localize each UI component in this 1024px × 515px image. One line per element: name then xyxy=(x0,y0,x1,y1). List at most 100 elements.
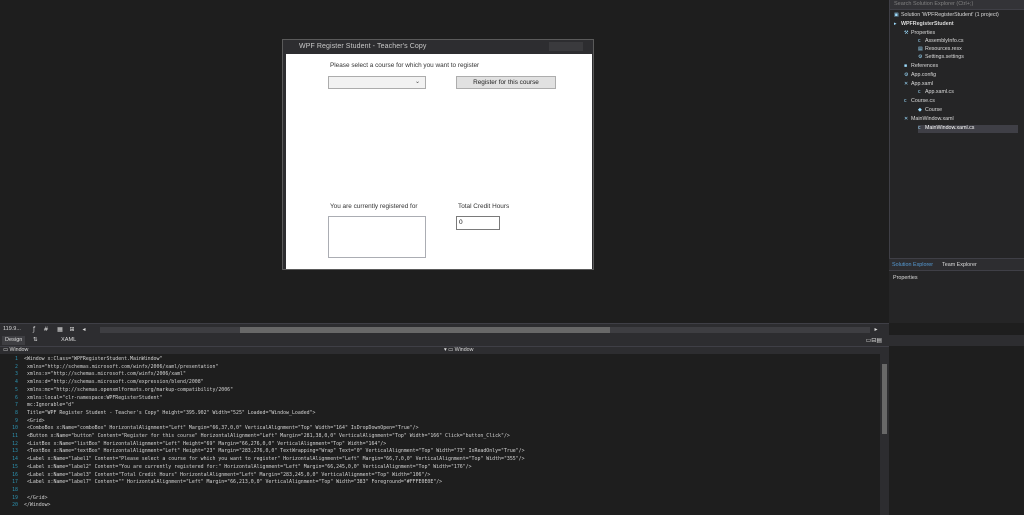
csharp-file-icon: c xyxy=(904,98,907,104)
tab-xaml[interactable]: XAML xyxy=(58,336,79,345)
config-icon: ⚙ xyxy=(904,72,909,78)
wpf-window-preview[interactable]: WPF Register Student - Teacher's Copy Pl… xyxy=(282,39,594,270)
code-line[interactable]: 12 <ListBox x:Name="listBox" HorizontalA… xyxy=(0,441,870,449)
tab-design[interactable]: Design xyxy=(2,336,26,345)
tree-item-mainwindow-xaml-cs[interactable]: c MainWindow.xaml.cs xyxy=(918,125,1018,133)
code-text: </Window> xyxy=(24,502,51,509)
scrollbar-thumb[interactable] xyxy=(240,327,610,333)
tree-item-properties[interactable]: ⚒ Properties xyxy=(904,30,935,38)
resources-icon: ▤ xyxy=(918,46,923,52)
tree-item-app-xaml[interactable]: ✕ App.xaml xyxy=(904,81,933,89)
code-line[interactable]: 6 xmlns:local="clr-namespace:WPFRegister… xyxy=(0,395,870,403)
code-line[interactable]: 16 <Label x:Name="label3" Content="Total… xyxy=(0,472,870,480)
code-line[interactable]: 7 mc:Ignorable="d" xyxy=(0,402,870,410)
tree-item-solution[interactable]: ▣ Solution 'WPFRegisterStudent' (1 projec… xyxy=(894,12,999,20)
tab-solution-explorer[interactable]: Solution Explorer xyxy=(892,262,933,268)
code-text: Title="WPF Register Student - Teacher's … xyxy=(24,409,316,416)
code-line[interactable]: 9 <Grid> xyxy=(0,418,870,426)
tab-team-explorer[interactable]: Team Explorer xyxy=(942,262,977,268)
code-line[interactable]: 2 xmlns="http://schemas.microsoft.com/wi… xyxy=(0,364,870,372)
csharp-file-icon: c xyxy=(918,38,921,44)
solution-explorer-panel: Search Solution Explorer (Ctrl+;) ▣ Solut… xyxy=(889,0,1024,258)
swap-panes-icon[interactable]: ⇅ xyxy=(30,336,41,345)
tree-item-assemblyinfo[interactable]: c AssemblyInfo.cs xyxy=(918,38,964,46)
code-line[interactable]: 17 <Label x:Name="label7" Content="" Hor… xyxy=(0,479,870,487)
code-line[interactable]: 20 </Window> xyxy=(0,502,870,510)
grid-icon[interactable]: # xyxy=(42,326,50,334)
scroll-left-icon[interactable]: ◂ xyxy=(80,326,88,334)
zoom-level[interactable]: 119.9... xyxy=(3,326,21,332)
xaml-file-icon: ✕ xyxy=(904,81,909,87)
line-number: 17 xyxy=(12,479,18,486)
snap-grid-icon[interactable]: ▦ xyxy=(56,326,64,334)
line-number: 19 xyxy=(12,494,18,501)
register-course-button[interactable]: Register for this course xyxy=(456,76,556,89)
line-number: 16 xyxy=(12,471,18,478)
split-view-icons[interactable]: ▭⊟▤ xyxy=(866,337,882,344)
code-line[interactable]: 3 xmlns:x="http://schemas.microsoft.com/… xyxy=(0,371,870,379)
code-text: xmlns:d="http://schemas.microsoft.com/ex… xyxy=(24,379,204,386)
design-xaml-tab-bar: Design ⇅ XAML ▭⊟▤ xyxy=(0,335,1024,346)
code-line[interactable]: 11 <Button x:Name="button" Content="Regi… xyxy=(0,433,870,441)
tree-item-project[interactable]: ▸ WPFRegisterStudent xyxy=(894,21,954,29)
tree-item-mainwindow-xaml[interactable]: ✕ MainWindow.xaml xyxy=(904,116,954,124)
credit-hours-textbox[interactable]: 0 xyxy=(456,216,500,230)
solution-explorer-tabs: Solution Explorer Team Explorer xyxy=(889,258,1024,270)
wpf-window-title: WPF Register Student - Teacher's Copy xyxy=(299,43,427,50)
properties-title: Properties xyxy=(893,275,918,281)
code-line[interactable]: 14 <Label x:Name="label1" Content="Pleas… xyxy=(0,456,870,464)
line-number: 1 xyxy=(15,356,18,362)
horizontal-scrollbar[interactable] xyxy=(100,327,870,333)
course-prompt-label: Please select a course for which you wan… xyxy=(330,62,480,69)
course-combobox[interactable]: ⌄ xyxy=(328,76,426,89)
line-number: 9 xyxy=(15,417,18,424)
tree-item-resources[interactable]: ▤ Resources.resx xyxy=(918,46,962,54)
tree-item-app-config[interactable]: ⚙ App.config xyxy=(904,72,936,80)
tree-item-course-cs[interactable]: c Course.cs xyxy=(904,98,935,106)
code-line[interactable]: 10 <ComboBox x:Name="comboBox" Horizonta… xyxy=(0,425,870,433)
line-number: 8 xyxy=(15,409,18,416)
code-text: xmlns:mc="http://schemas.openxmlformats.… xyxy=(24,386,234,393)
code-line[interactable]: 18 xyxy=(0,487,870,495)
window-caption-buttons xyxy=(549,42,583,51)
solution-explorer-search[interactable]: Search Solution Explorer (Ctrl+;) xyxy=(890,0,1024,10)
code-text: <ComboBox x:Name="comboBox" HorizontalAl… xyxy=(24,425,419,432)
line-number: 18 xyxy=(12,486,18,493)
breadcrumb-left[interactable]: ▭ Window xyxy=(3,347,28,353)
code-text: <Label x:Name="label7" Content="" Horizo… xyxy=(24,479,443,486)
tree-item-course-class[interactable]: ◆ Course xyxy=(918,107,942,115)
formula-icon[interactable]: ƒ xyxy=(30,326,38,334)
code-line[interactable]: 5 xmlns:mc="http://schemas.openxmlformat… xyxy=(0,387,870,395)
code-text: <Button x:Name="button" Content="Registe… xyxy=(24,433,510,439)
scroll-right-icon[interactable]: ▸ xyxy=(872,326,880,334)
settings-icon: ⚙ xyxy=(918,54,923,60)
code-line[interactable]: 13 <TextBox x:Name="textBox" HorizontalA… xyxy=(0,448,870,456)
code-line[interactable]: 1 <Window x:Class="WPFRegisterStudent.Mai… xyxy=(0,356,870,364)
snap-lines-icon[interactable]: ⊞ xyxy=(68,326,76,334)
code-text: xmlns:x="http://schemas.microsoft.com/wi… xyxy=(24,371,186,378)
breadcrumb-right[interactable]: ▾ ▭ Window xyxy=(444,347,473,353)
visual-studio-ide: WPF Register Student - Teacher's Copy Pl… xyxy=(0,0,1024,515)
scrollbar-thumb[interactable] xyxy=(882,364,887,434)
xaml-file-icon: ✕ xyxy=(904,116,909,122)
code-text: <TextBox x:Name="textBox" HorizontalAlig… xyxy=(24,448,525,455)
code-line[interactable]: 4 xmlns:d="http://schemas.microsoft.com/… xyxy=(0,379,870,387)
xaml-breadcrumb-bar: ▭ Window ▾ ▭ Window xyxy=(0,346,889,354)
code-line[interactable]: 19 </Grid> xyxy=(0,495,870,503)
tree-item-settings[interactable]: ⚙ Settings.settings xyxy=(918,54,964,62)
code-line[interactable]: 8 Title="WPF Register Student - Teacher'… xyxy=(0,410,870,418)
xaml-code-editor[interactable]: 1 <Window x:Class="WPFRegisterStudent.Mai… xyxy=(0,354,889,515)
line-number: 14 xyxy=(12,456,18,463)
registered-courses-label: You are currently registered for xyxy=(330,203,418,210)
properties-panel: Properties xyxy=(889,270,1024,323)
empty-panel xyxy=(889,346,1024,515)
line-number: 7 xyxy=(15,402,18,409)
tree-item-references[interactable]: ■ References xyxy=(904,63,938,71)
xaml-designer-surface[interactable]: WPF Register Student - Teacher's Copy Pl… xyxy=(0,0,889,323)
registered-courses-listbox[interactable] xyxy=(328,216,426,258)
editor-vertical-scrollbar[interactable] xyxy=(880,354,889,515)
project-icon: ▸ xyxy=(894,21,897,27)
tree-item-app-xaml-cs[interactable]: c App.xaml.cs xyxy=(918,89,954,97)
code-line[interactable]: 15 <Label x:Name="label2" Content="You a… xyxy=(0,464,870,472)
wpf-window-titlebar: WPF Register Student - Teacher's Copy xyxy=(283,40,593,54)
